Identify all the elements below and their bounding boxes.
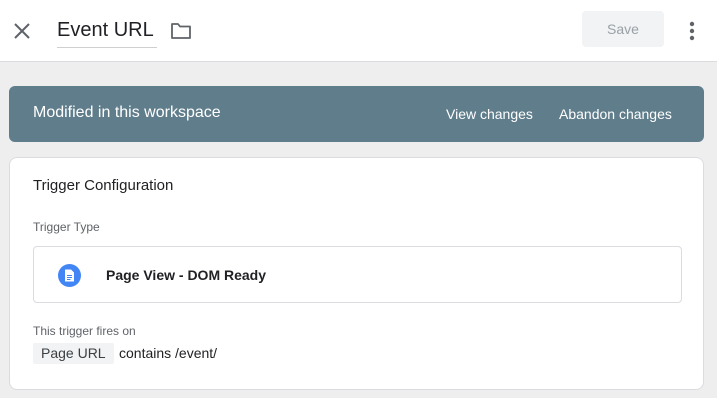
workspace-modified-banner: Modified in this workspace View changes … — [9, 86, 704, 142]
trigger-name-field[interactable]: Event URL — [57, 14, 157, 48]
folder-icon — [171, 23, 191, 39]
close-icon — [14, 23, 30, 39]
fires-on-label: This trigger fires on — [33, 324, 136, 338]
condition-expression: contains /event/ — [119, 345, 218, 361]
more-vert-icon — [689, 21, 695, 41]
trigger-type-label: Trigger Type — [33, 220, 100, 234]
page-document-icon — [58, 264, 81, 287]
trigger-name: Event URL — [57, 19, 154, 41]
folder-button[interactable] — [168, 18, 194, 44]
more-options-button[interactable] — [680, 17, 704, 45]
close-button[interactable] — [8, 17, 36, 45]
view-changes-link[interactable]: View changes — [446, 106, 533, 122]
abandon-changes-link[interactable]: Abandon changes — [559, 106, 672, 122]
card-title: Trigger Configuration — [33, 177, 174, 194]
banner-message: Modified in this workspace — [33, 104, 221, 121]
editor-header: Event URL Save — [0, 0, 717, 62]
trigger-configuration-card: Trigger Configuration Trigger Type Page … — [9, 157, 704, 390]
trigger-type-selector[interactable]: Page View - DOM Ready — [33, 246, 682, 303]
trigger-type-name: Page View - DOM Ready — [106, 267, 267, 283]
save-button[interactable]: Save — [582, 11, 664, 47]
condition-variable-chip: Page URL — [33, 343, 114, 364]
